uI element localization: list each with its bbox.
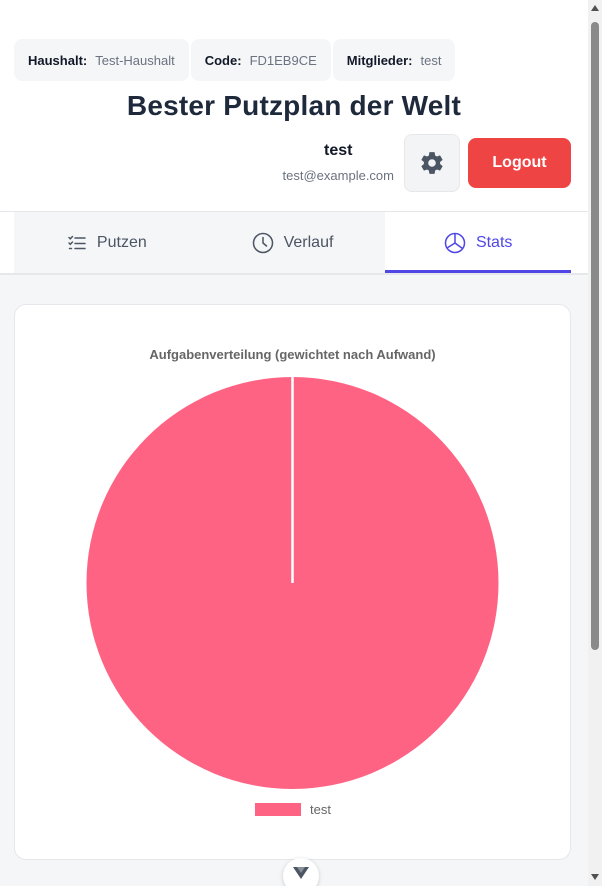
members-label: Mitglieder: (346, 52, 413, 68)
stats-panel: Aufgabenverteilung (gewichtet nach Aufwa… (0, 275, 588, 886)
household-label: Haushalt: (28, 52, 88, 68)
user-name: test (324, 142, 353, 159)
household-value: Test-Haushalt (95, 52, 175, 68)
pie-chart (86, 377, 499, 789)
legend-label: test (310, 802, 331, 817)
tab-verlauf[interactable]: Verlauf (199, 212, 386, 273)
tab-putzen-label: Putzen (96, 233, 147, 251)
tab-bar: Putzen Verlauf Stats (14, 212, 572, 273)
gear-icon (421, 152, 443, 174)
logout-button[interactable]: Logout (468, 138, 571, 188)
user-info: test test@example.com (283, 142, 394, 183)
chart-card: Aufgabenverteilung (gewichtet nach Aufwa… (14, 304, 571, 860)
clock-icon (252, 232, 273, 253)
chart-legend[interactable]: test (255, 802, 331, 817)
tab-verlauf-label: Verlauf (283, 233, 334, 251)
scrollbar-thumb[interactable] (591, 22, 599, 650)
members-chip: Mitglieder: test (332, 39, 456, 81)
pie-chart-icon (444, 232, 466, 253)
code-value: FD1EB9CE (249, 52, 317, 68)
tab-putzen[interactable]: Putzen (14, 212, 200, 273)
chevron-down-icon (293, 867, 309, 879)
code-chip: Code: FD1EB9CE (190, 39, 331, 81)
settings-button[interactable] (404, 134, 460, 192)
vertical-scrollbar[interactable] (588, 0, 602, 886)
user-email: test@example.com (282, 168, 394, 183)
scroll-down-button[interactable] (283, 858, 319, 886)
tab-stats[interactable]: Stats (385, 212, 572, 273)
scroll-down-arrow[interactable] (591, 874, 599, 880)
tab-stats-label: Stats (475, 233, 513, 251)
members-value: test (420, 52, 442, 68)
scroll-up-arrow[interactable] (591, 5, 599, 11)
legend-swatch (255, 803, 301, 816)
household-chip: Haushalt: Test-Haushalt (14, 39, 189, 81)
checklist-icon (68, 235, 86, 249)
page-title: Bester Putzplan der Welt (126, 90, 462, 121)
household-info: Haushalt: Test-Haushalt Code: FD1EB9CE M… (14, 39, 456, 81)
code-label: Code: (204, 52, 242, 68)
page: Haushalt: Test-Haushalt Code: FD1EB9CE M… (0, 0, 588, 886)
